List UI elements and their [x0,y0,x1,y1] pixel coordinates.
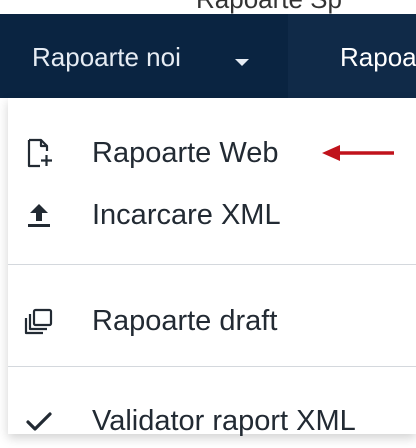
menu-item-rapoarte-web[interactable]: Rapoarte Web [8,124,416,180]
top-strip-text: Rapoarte Sp [196,0,342,14]
menu-item-incarcare-xml[interactable]: Incarcare XML [8,186,416,242]
upload-icon [28,204,50,227]
menu-item-label: Rapoarte draft [92,305,278,337]
top-strip: Rapoarte Sp [0,0,416,14]
menu-divider [8,366,416,367]
menu-item-label: Rapoarte Web [92,137,279,169]
menu-divider [8,264,416,265]
menu-item-label: Incarcare XML [92,199,281,231]
dropdown-menu: Rapoarte Web Incarcare XML Rapoarte draf… [8,98,416,437]
nav-item-rapoarte-noi[interactable]: Rapoarte noi [0,14,288,98]
new-file-icon [27,138,52,168]
red-left-arrow-icon [322,145,394,161]
nav-item-label: Rapoarte noi [32,42,181,72]
caret-down-icon [235,59,249,66]
checkmark-icon [26,412,52,431]
menu-item-validator-raport-xml[interactable]: Validator raport XML [8,392,416,448]
navbar: Rapoarte noi Rapoa [0,14,416,98]
nav-item-next[interactable]: Rapoa [340,42,416,73]
menu-item-rapoarte-draft[interactable]: Rapoarte draft [8,292,416,348]
menu-item-label: Validator raport XML [92,405,356,437]
drafts-stack-icon [24,308,53,335]
